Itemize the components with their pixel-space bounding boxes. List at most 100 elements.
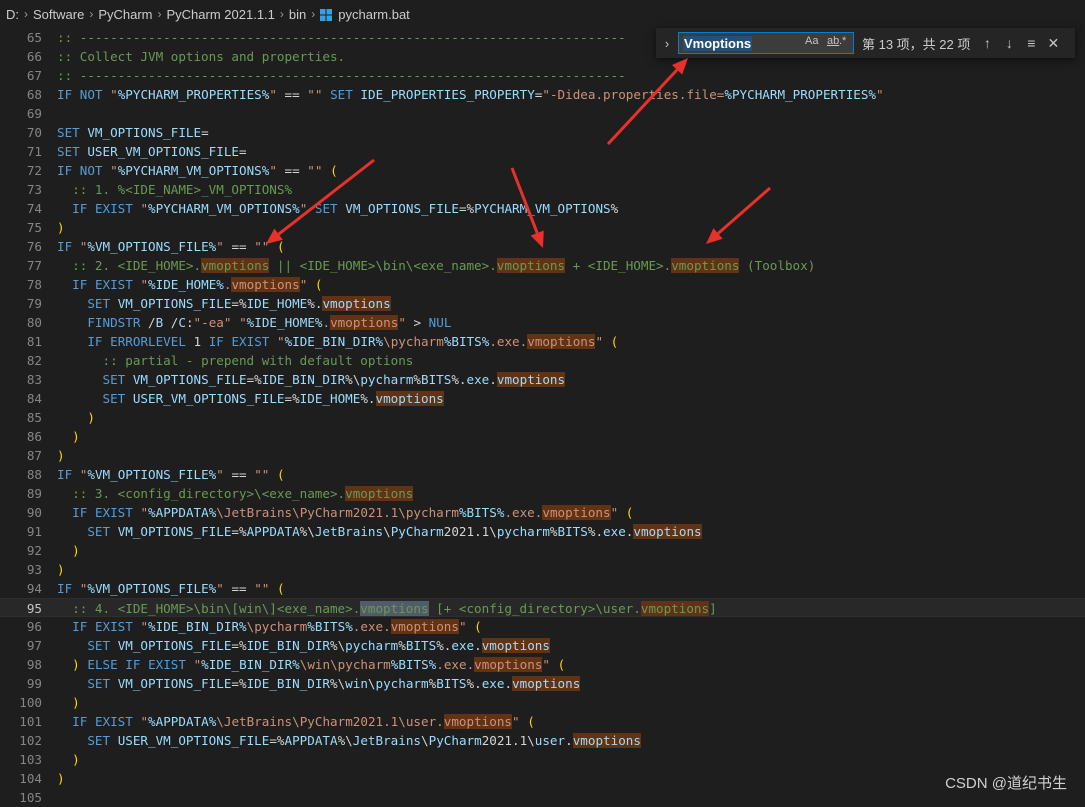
line-number: 97 [26, 638, 42, 653]
code-line[interactable]: 97 SET VM_OPTIONS_FILE=%IDE_BIN_DIR%\pyc… [0, 636, 1085, 655]
line-number: 79 [26, 296, 42, 311]
line-number: 87 [26, 448, 42, 463]
code-text: ) [57, 220, 65, 235]
breadcrumb-segment[interactable]: bin [289, 7, 306, 22]
match-case-icon[interactable]: Aa [805, 35, 818, 47]
code-line[interactable]: 83 SET VM_OPTIONS_FILE=%IDE_BIN_DIR%\pyc… [0, 370, 1085, 389]
line-number: 74 [26, 201, 42, 216]
code-line[interactable]: 96 IF EXIST "%IDE_BIN_DIR%\pycharm%BITS%… [0, 617, 1085, 636]
find-widget: › Vmoptions Aa ab .* 第 13 项，共 22 项 ↑ ↓ ≡… [656, 28, 1075, 58]
code-line[interactable]: 104) [0, 769, 1085, 788]
code-line[interactable]: 80 FINDSTR /B /C:"-ea" "%IDE_HOME%.vmopt… [0, 313, 1085, 332]
breadcrumb-segment[interactable]: D: [6, 7, 19, 22]
code-line[interactable]: 92 ) [0, 541, 1085, 560]
chevron-right-icon[interactable]: › [658, 36, 676, 51]
code-line[interactable]: 94 IF "%VM_OPTIONS_FILE%" == "" ( [0, 579, 1085, 598]
code-line[interactable]: 86 ) [0, 427, 1085, 446]
code-line[interactable]: 68 IF NOT "%PYCHARM_PROPERTIES%" == "" SE… [0, 85, 1085, 104]
arrow-down-icon[interactable]: ↓ [998, 35, 1020, 51]
line-number: 88 [26, 467, 42, 482]
close-icon[interactable]: ✕ [1042, 35, 1064, 52]
code-line[interactable]: 91 SET VM_OPTIONS_FILE=%APPDATA%\JetBrai… [0, 522, 1085, 541]
breadcrumb-segment[interactable]: Software [33, 7, 84, 22]
code-text: ) [57, 771, 65, 786]
code-line[interactable]: 101 IF EXIST "%APPDATA%\JetBrains\PyChar… [0, 712, 1085, 731]
code-line[interactable]: 72 IF NOT "%PYCHARM_VM_OPTIONS%" == "" ( [0, 161, 1085, 180]
code-text: FINDSTR /B /C:"-ea" "%IDE_HOME%.vmoption… [87, 315, 452, 330]
code-line[interactable]: 95 :: 4. <IDE_HOME>\bin\[win\]<exe_name>… [0, 598, 1085, 617]
line-number: 101 [19, 714, 42, 729]
line-number: 69 [26, 106, 42, 121]
code-line[interactable]: 103 ) [0, 750, 1085, 769]
code-line[interactable]: 76 IF "%VM_OPTIONS_FILE%" == "" ( [0, 237, 1085, 256]
code-line[interactable]: 88 IF "%VM_OPTIONS_FILE%" == "" ( [0, 465, 1085, 484]
find-query: Vmoptions [683, 35, 753, 51]
line-number: 104 [19, 771, 42, 786]
code-text: :: 1. %<IDE_NAME>_VM_OPTIONS% [72, 182, 293, 197]
breadcrumb-file[interactable]: pycharm.bat [338, 7, 410, 22]
line-number: 96 [26, 619, 42, 634]
code-text: SET USER_VM_OPTIONS_FILE=%IDE_HOME%.vmop… [102, 391, 444, 406]
code-text: ) [72, 429, 80, 444]
whole-word-icon[interactable]: ab [827, 35, 839, 47]
code-line[interactable]: 93) [0, 560, 1085, 579]
code-line[interactable]: 81 IF ERRORLEVEL 1 IF EXIST "%IDE_BIN_DI… [0, 332, 1085, 351]
line-number: 81 [26, 334, 42, 349]
regex-icon[interactable]: .* [839, 35, 846, 47]
code-text: SET VM_OPTIONS_FILE=%IDE_BIN_DIR%\win\py… [87, 676, 581, 691]
code-line[interactable]: 75) [0, 218, 1085, 237]
code-line[interactable]: 87) [0, 446, 1085, 465]
line-number: 67 [26, 68, 42, 83]
code-line[interactable]: 79 SET VM_OPTIONS_FILE=%IDE_HOME%.vmopti… [0, 294, 1085, 313]
watermark: CSDN @道纪书生 [945, 775, 1067, 792]
code-line[interactable]: 84 SET USER_VM_OPTIONS_FILE=%IDE_HOME%.v… [0, 389, 1085, 408]
code-line[interactable]: 99 SET VM_OPTIONS_FILE=%IDE_BIN_DIR%\win… [0, 674, 1085, 693]
code-line[interactable]: 69 [0, 104, 1085, 123]
code-line[interactable]: 90 IF EXIST "%APPDATA%\JetBrains\PyCharm… [0, 503, 1085, 522]
windows-logo-icon [320, 9, 333, 21]
code-line[interactable]: 67:: -----------------------------------… [0, 66, 1085, 85]
code-text: :: Collect JVM options and properties. [57, 49, 346, 64]
chevron-right-icon: › [89, 7, 94, 21]
arrow-up-icon[interactable]: ↑ [976, 35, 998, 51]
find-result-count: 第 13 项，共 22 项 [862, 36, 971, 52]
find-input[interactable]: Vmoptions Aa ab .* [678, 32, 854, 54]
breadcrumb-segment[interactable]: PyCharm 2021.1.1 [167, 7, 275, 22]
line-number: 90 [26, 505, 42, 520]
line-number: 73 [26, 182, 42, 197]
chevron-right-icon: › [279, 7, 284, 21]
code-text: IF "%VM_OPTIONS_FILE%" == "" ( [57, 239, 285, 254]
line-number: 72 [26, 163, 42, 178]
code-line[interactable]: 73 :: 1. %<IDE_NAME>_VM_OPTIONS% [0, 180, 1085, 199]
code-line[interactable]: 100 ) [0, 693, 1085, 712]
code-text: :: 2. <IDE_HOME>.vmoptions || <IDE_HOME>… [72, 258, 816, 273]
code-line[interactable]: 70 SET VM_OPTIONS_FILE= [0, 123, 1085, 142]
line-number: 93 [26, 562, 42, 577]
code-line[interactable]: 98 ) ELSE IF EXIST "%IDE_BIN_DIR%\win\py… [0, 655, 1085, 674]
breadcrumb-segment[interactable]: PyCharm [98, 7, 152, 22]
code-editor[interactable]: 65:: -----------------------------------… [0, 28, 1085, 805]
line-number: 80 [26, 315, 42, 330]
code-line[interactable]: 105 [0, 788, 1085, 807]
line-number: 65 [26, 30, 42, 45]
code-text: SET VM_OPTIONS_FILE=%IDE_BIN_DIR%\pychar… [102, 372, 566, 387]
find-in-selection-icon[interactable]: ≡ [1020, 35, 1042, 51]
code-line[interactable]: 78 IF EXIST "%IDE_HOME%.vmoptions" ( [0, 275, 1085, 294]
code-line[interactable]: 89 :: 3. <config_directory>\<exe_name>.v… [0, 484, 1085, 503]
code-text: :: partial - prepend with default option… [102, 353, 414, 368]
code-line[interactable]: 71 SET USER_VM_OPTIONS_FILE= [0, 142, 1085, 161]
code-text: IF EXIST "%IDE_BIN_DIR%\pycharm%BITS%.ex… [72, 619, 482, 634]
line-number: 95 [26, 601, 42, 616]
code-text: ) [72, 695, 80, 710]
code-text: ) [72, 543, 80, 558]
code-line[interactable]: 102 SET USER_VM_OPTIONS_FILE=%APPDATA%\J… [0, 731, 1085, 750]
code-line[interactable]: 85 ) [0, 408, 1085, 427]
line-number: 102 [19, 733, 42, 748]
line-number: 83 [26, 372, 42, 387]
line-number: 84 [26, 391, 42, 406]
line-number: 94 [26, 581, 42, 596]
line-number: 105 [19, 790, 42, 805]
code-line[interactable]: 77 :: 2. <IDE_HOME>.vmoptions || <IDE_HO… [0, 256, 1085, 275]
code-line[interactable]: 82 :: partial - prepend with default opt… [0, 351, 1085, 370]
code-line[interactable]: 74 IF EXIST "%PYCHARM_VM_OPTIONS%" SET V… [0, 199, 1085, 218]
